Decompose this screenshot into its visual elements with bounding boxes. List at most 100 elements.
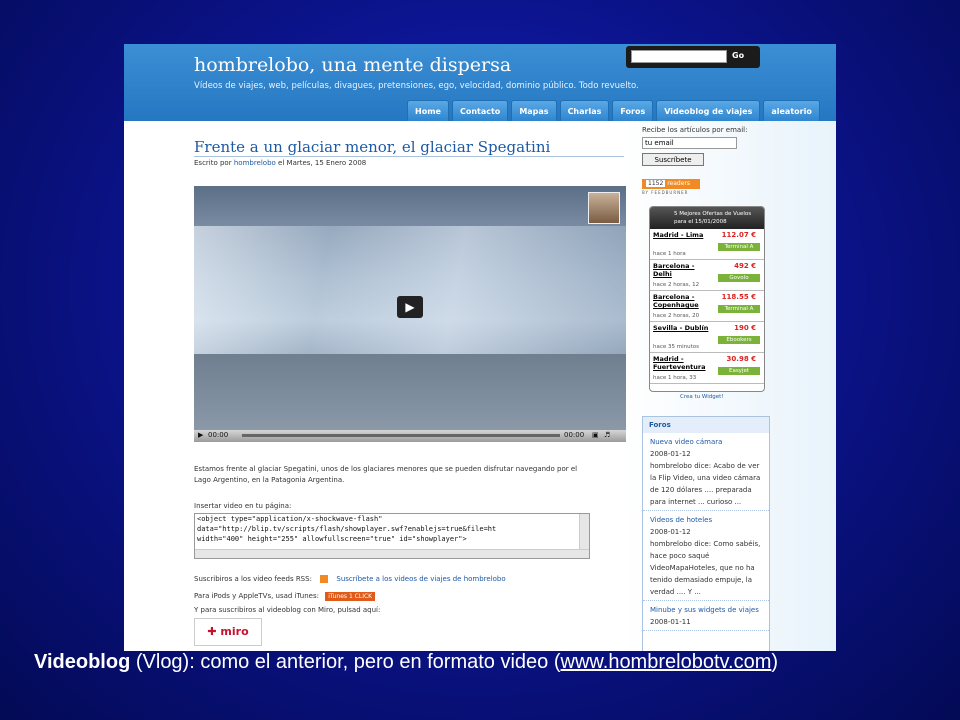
- nav-tab-contacto[interactable]: Contacto: [451, 100, 509, 121]
- plus-icon: ✚: [207, 625, 221, 638]
- browser-screenshot: hombrelobo, una mente dispersa Vídeos de…: [124, 44, 836, 651]
- lake-water-image: [194, 354, 626, 430]
- miro-button-label: miro: [220, 625, 249, 638]
- volume-icon[interactable]: ♬: [604, 431, 610, 439]
- forums-box: Foros Nueva video cámara 2008-01-12 homb…: [642, 416, 770, 651]
- avatar: [588, 192, 620, 224]
- nav-tab-home[interactable]: Home: [407, 100, 449, 121]
- slide-caption: Videoblog (Vlog): como el anterior, pero…: [34, 651, 934, 674]
- video-player[interactable]: ▶ ▶ 00:00 00:00 ▣ ♬: [194, 186, 626, 442]
- embed-label: Insertar video en tu página:: [194, 502, 292, 510]
- feedburner-count: 1152: [646, 180, 666, 187]
- itunes-row: Para iPods y AppleTVs, usad iTunes: iTun…: [194, 592, 376, 601]
- forums-title: Foros: [643, 417, 769, 433]
- rss-label: Suscribiros a los video feeds RSS:: [194, 575, 312, 583]
- horizontal-scrollbar[interactable]: [195, 549, 589, 558]
- glacier-image: [194, 226, 626, 356]
- forum-item-date: 2008-01-12: [650, 528, 691, 536]
- flight-route-link[interactable]: Barcelona - Copenhague: [653, 293, 709, 309]
- flights-widget: 5 Mejores Ofertas de Vuelos para el 15/0…: [649, 206, 765, 392]
- flight-price: 190 €: [734, 324, 756, 332]
- feedburner-badge[interactable]: 1152 readers: [642, 179, 700, 189]
- nav-tab-mapas[interactable]: Mapas: [511, 100, 557, 121]
- main-nav: Home Contacto Mapas Charlas Foros Videob…: [407, 100, 820, 121]
- forum-item-text: hombrelobo dice: Como sabéis, hace poco …: [650, 540, 761, 596]
- post-title[interactable]: Frente a un glaciar menor, el glaciar Sp…: [194, 138, 550, 156]
- flight-price: 492 €: [734, 262, 756, 270]
- flight-vendor-button[interactable]: Terminal A: [718, 243, 760, 251]
- nav-tab-aleatorio[interactable]: aleatorio: [763, 100, 820, 121]
- flight-ago: hace 1 hora: [653, 251, 686, 257]
- search-input[interactable]: [631, 50, 727, 63]
- flights-widget-title: 5 Mejores Ofertas de Vuelos para el 15/0…: [650, 207, 764, 229]
- embed-line: width="400" height="255" allowfullscreen…: [197, 535, 467, 543]
- site-title[interactable]: hombrelobo, una mente dispersa: [194, 54, 511, 76]
- nav-tab-charlas[interactable]: Charlas: [559, 100, 610, 121]
- flight-offer: Madrid - Lima hace 1 hora 112.07 € Termi…: [650, 229, 764, 260]
- site-header: hombrelobo, una mente dispersa Vídeos de…: [124, 44, 836, 121]
- miro-label: Y para suscribiros al videoblog con Miro…: [194, 606, 381, 614]
- flight-route-link[interactable]: Madrid - Lima: [653, 231, 709, 239]
- nav-tab-foros[interactable]: Foros: [612, 100, 654, 121]
- post-meta-prefix: Escrito por: [194, 159, 232, 167]
- flight-price: 118.55 €: [721, 293, 756, 301]
- itunes-button[interactable]: iTunes 1 CLICK: [325, 592, 376, 601]
- forum-item: Minube y sus widgets de viajes 2008-01-1…: [643, 601, 769, 631]
- search-go-button[interactable]: Go: [732, 51, 744, 60]
- feedburner-caption: BY FEEDBURNER: [642, 190, 689, 195]
- flight-price: 112.07 €: [721, 231, 756, 239]
- flight-vendor-button[interactable]: Govolo: [718, 274, 760, 282]
- play-icon[interactable]: ▶: [397, 296, 423, 318]
- post-date: el Martes, 15 Enero 2008: [278, 159, 367, 167]
- rss-icon[interactable]: [320, 575, 329, 583]
- miro-button[interactable]: ✚ miro: [194, 618, 262, 646]
- flight-offer: Madrid - Fuerteventura hace 1 hora, 33 3…: [650, 353, 764, 384]
- flight-vendor-button[interactable]: Easyjet: [718, 367, 760, 375]
- video-frame: ▶: [194, 186, 626, 430]
- search-box: Go: [626, 46, 760, 68]
- forum-item-text: hombrelobo dice: Acabo de ver la Flip Vi…: [650, 462, 761, 506]
- caption-close: ): [771, 651, 779, 673]
- nav-tab-videoblog[interactable]: Videoblog de viajes: [656, 100, 761, 121]
- flight-vendor-button[interactable]: Ebookers: [718, 336, 760, 344]
- flight-route-link[interactable]: Barcelona - Delhi: [653, 262, 709, 278]
- flight-ago: hace 35 minutos: [653, 344, 700, 350]
- vertical-scrollbar[interactable]: [579, 514, 589, 550]
- forum-item: Nueva video cámara 2008-01-12 hombrelobo…: [643, 433, 769, 511]
- forum-item-title[interactable]: Minube y sus widgets de viajes: [650, 604, 762, 616]
- forum-item-title[interactable]: Nueva video cámara: [650, 436, 762, 448]
- flight-offer: Barcelona - Delhi hace 2 horas, 12 492 €…: [650, 260, 764, 291]
- forum-item-date: 2008-01-11: [650, 618, 691, 626]
- forum-item-title[interactable]: Videos de hoteles: [650, 514, 762, 526]
- caption-bold: Videoblog: [34, 651, 131, 673]
- caption-url-link[interactable]: www.hombrelobotv.com: [561, 651, 772, 673]
- caption-text: (Vlog): como el anterior, pero en format…: [130, 651, 561, 673]
- post-meta: Escrito por hombrelobo el Martes, 15 Ene…: [194, 159, 366, 167]
- flight-route-link[interactable]: Sevilla - Dublín: [653, 324, 709, 332]
- feedburner-text: readers: [667, 180, 690, 187]
- embed-code-textarea[interactable]: <object type="application/x-shockwave-fl…: [194, 513, 590, 559]
- email-field[interactable]: tu email: [642, 137, 737, 149]
- rss-row: Suscribiros a los video feeds RSS: Suscr…: [194, 575, 506, 583]
- flight-route-link[interactable]: Madrid - Fuerteventura: [653, 355, 709, 371]
- time-end: 00:00: [564, 431, 585, 439]
- flight-vendor-button[interactable]: Terminal A: [718, 305, 760, 313]
- video-controls: ▶ 00:00 00:00 ▣ ♬: [194, 430, 626, 442]
- flight-offer: Sevilla - Dublín hace 35 minutos 190 € E…: [650, 322, 764, 353]
- progress-bar[interactable]: [242, 434, 560, 437]
- create-widget-link[interactable]: Crea tu Widget!: [680, 394, 723, 400]
- flight-ago: hace 2 horas, 20: [653, 313, 700, 319]
- post-author-link[interactable]: hombrelobo: [234, 159, 276, 167]
- time-start: 00:00: [208, 431, 229, 439]
- play-small-icon[interactable]: ▶: [198, 431, 203, 439]
- forum-item: Videos de hoteles 2008-01-12 hombrelobo …: [643, 511, 769, 601]
- post-body: Estamos frente al glaciar Spegatini, uno…: [194, 465, 578, 484]
- title-divider: [194, 156, 624, 157]
- itunes-label: Para iPods y AppleTVs, usad iTunes:: [194, 592, 319, 600]
- rss-link[interactable]: Suscríbete a los videos de viajes de hom…: [336, 575, 505, 583]
- fullscreen-icon[interactable]: ▣: [592, 431, 599, 439]
- flight-price: 30.98 €: [726, 355, 756, 363]
- forum-item-date: 2008-01-12: [650, 450, 691, 458]
- subscribe-button[interactable]: Suscríbete: [642, 153, 704, 166]
- embed-line: <object type="application/x-shockwave-fl…: [197, 515, 383, 523]
